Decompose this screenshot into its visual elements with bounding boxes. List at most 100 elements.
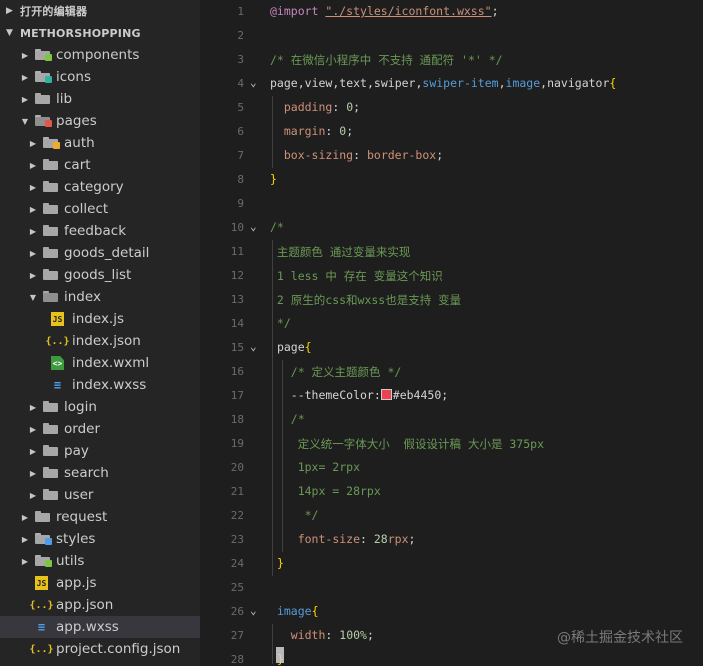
code-line[interactable]: 17 --themeColor: #eb4450; xyxy=(200,384,703,408)
code-line[interactable]: 9 xyxy=(200,192,703,216)
code-token: /* xyxy=(290,412,305,426)
tree-item-label: app.js xyxy=(56,575,97,591)
chevron-right-icon[interactable]: ▶ xyxy=(28,490,38,500)
code-line[interactable]: 23 font-size: 28rpx; xyxy=(200,528,703,552)
tree-folder-utils[interactable]: ▶ utils xyxy=(0,550,200,572)
code-token: 主题颜色 通过变量来实现 xyxy=(270,245,411,259)
code-token: } xyxy=(270,172,277,186)
tree-file-app-json[interactable]: {..} app.json xyxy=(0,594,200,616)
code-line[interactable]: 11 主题颜色 通过变量来实现 xyxy=(200,240,703,264)
line-number: 25 xyxy=(230,581,244,594)
code-line[interactable]: 26 ⌄ image{ xyxy=(200,600,703,624)
fold-chevron-icon[interactable]: ⌄ xyxy=(250,340,257,353)
code-line[interactable]: 25 xyxy=(200,576,703,600)
code-token: } xyxy=(276,556,284,570)
tree-file-index-wxss[interactable]: ≡ index.wxss xyxy=(0,374,200,396)
chevron-right-icon[interactable]: ▶ xyxy=(28,402,38,412)
chevron-right-icon[interactable]: ▶ xyxy=(20,556,30,566)
code-line[interactable]: 24 } xyxy=(200,552,703,576)
code-line[interactable]: 4 ⌄ page,view,text,swiper,swiper-item,imag… xyxy=(200,72,703,96)
code-line[interactable]: 1 @import "./styles/iconfont.wxss"; xyxy=(200,0,703,24)
code-line[interactable]: 21 14px = 28rpx xyxy=(200,480,703,504)
code-line[interactable]: 2 xyxy=(200,24,703,48)
line-number: 13 xyxy=(230,293,244,306)
tree-folder-login[interactable]: ▶ login xyxy=(0,396,200,418)
chevron-right-icon[interactable]: ▶ xyxy=(20,534,30,544)
tree-folder-cart[interactable]: ▶ cart xyxy=(0,154,200,176)
tree-file-index-wxml[interactable]: <> index.wxml xyxy=(0,352,200,374)
tree-file-app-wxss[interactable]: ≡ app.wxss xyxy=(0,616,200,638)
tree-file-app-js[interactable]: JS app.js xyxy=(0,572,200,594)
fold-chevron-icon[interactable]: ⌄ xyxy=(250,604,257,617)
tree-file-index-js[interactable]: JS index.js xyxy=(0,308,200,330)
code-line[interactable]: 13 2 原生的css和wxss也是支持 变量 xyxy=(200,288,703,312)
indent-guide xyxy=(272,240,273,576)
project-header[interactable]: ▼ METHORSHOPPING xyxy=(0,22,200,44)
tree-folder-pay[interactable]: ▶ pay xyxy=(0,440,200,462)
tree-file-index-json[interactable]: {..} index.json xyxy=(0,330,200,352)
tree-folder-goods_detail[interactable]: ▶ goods_detail xyxy=(0,242,200,264)
chevron-right-icon[interactable]: ▶ xyxy=(28,138,38,148)
tree-folder-user[interactable]: ▶ user xyxy=(0,484,200,506)
tree-folder-order[interactable]: ▶ order xyxy=(0,418,200,440)
chevron-right-icon[interactable]: ▶ xyxy=(28,446,38,456)
tree-item-label: pay xyxy=(64,443,89,459)
chevron-right-icon[interactable]: ▶ xyxy=(28,160,38,170)
chevron-right-icon[interactable]: ▶ xyxy=(20,50,30,60)
tree-folder-icons[interactable]: ▶ icons xyxy=(0,66,200,88)
tree-file-project-config-json[interactable]: {..} project.config.json xyxy=(0,638,200,660)
color-swatch[interactable] xyxy=(380,389,392,400)
tree-item-label: components xyxy=(56,47,140,63)
tree-folder-goods_list[interactable]: ▶ goods_list xyxy=(0,264,200,286)
tree-folder-styles[interactable]: ▶ styles xyxy=(0,528,200,550)
tree-folder-collect[interactable]: ▶ collect xyxy=(0,198,200,220)
tree-folder-lib[interactable]: ▶ lib xyxy=(0,88,200,110)
chevron-right-icon[interactable]: ▶ xyxy=(28,204,38,214)
tree-folder-auth[interactable]: ▶ auth xyxy=(0,132,200,154)
code-line[interactable]: 20 1px= 2rpx xyxy=(200,456,703,480)
code-line[interactable]: 8} xyxy=(200,168,703,192)
tree-folder-pages[interactable]: ▼ pages xyxy=(0,110,200,132)
code-line[interactable]: 6 margin: 0; xyxy=(200,120,703,144)
tree-folder-index[interactable]: ▼ index xyxy=(0,286,200,308)
line-number: 15 xyxy=(230,341,244,354)
code-line[interactable]: 7 box-sizing: border-box; xyxy=(200,144,703,168)
code-line[interactable]: 16 /* 定义主题颜色 */ xyxy=(200,360,703,384)
fold-chevron-icon[interactable]: ⌄ xyxy=(250,76,257,89)
code-line[interactable]: 15 ⌄ page{ xyxy=(200,336,703,360)
code-token: 2 原生的css和wxss也是支持 变量 xyxy=(270,293,462,307)
code-line[interactable]: 18 /* xyxy=(200,408,703,432)
tree-folder-components[interactable]: ▶ components xyxy=(0,44,200,66)
code-line[interactable]: 22 */ xyxy=(200,504,703,528)
chevron-right-icon[interactable]: ▶ xyxy=(20,512,30,522)
wxss-file-icon: ≡ xyxy=(53,378,62,392)
chevron-down-icon[interactable]: ▼ xyxy=(28,292,38,302)
code-line[interactable]: 5 padding: 0; xyxy=(200,96,703,120)
code-line[interactable]: 10 ⌄ /* xyxy=(200,216,703,240)
chevron-right-icon[interactable]: ▶ xyxy=(28,248,38,258)
code-line[interactable]: 19 定义统一字体大小 假设设计稿 大小是 375px xyxy=(200,432,703,456)
chevron-right-icon[interactable]: ▶ xyxy=(28,226,38,236)
tree-folder-search[interactable]: ▶ search xyxy=(0,462,200,484)
chevron-right-icon[interactable]: ▶ xyxy=(20,94,30,104)
chevron-right-icon[interactable]: ▶ xyxy=(28,468,38,478)
chevron-down-icon[interactable]: ▼ xyxy=(20,116,30,126)
code-token: 定义统一字体大小 假设设计稿 大小是 375px xyxy=(270,437,545,451)
code-line[interactable]: 12 1 less 中 存在 变量这个知识 xyxy=(200,264,703,288)
tree-folder-request[interactable]: ▶ request xyxy=(0,506,200,528)
tree-folder-category[interactable]: ▶ category xyxy=(0,176,200,198)
code-token: box-sizing xyxy=(283,148,354,162)
chevron-right-icon[interactable]: ▶ xyxy=(28,424,38,434)
code-editor[interactable]: 1 @import "./styles/iconfont.wxss"; 2 3/* 在… xyxy=(200,0,703,666)
tree-folder-feedback[interactable]: ▶ feedback xyxy=(0,220,200,242)
chevron-right-icon[interactable]: ▶ xyxy=(28,182,38,192)
fold-chevron-icon[interactable]: ⌄ xyxy=(250,220,257,233)
code-text: /* 定义主题颜色 */ xyxy=(270,364,402,380)
chevron-right-icon[interactable]: ▶ xyxy=(20,72,30,82)
code-line[interactable]: 14 */ xyxy=(200,312,703,336)
open-editors-header[interactable]: ▶ 打开的编辑器 xyxy=(0,0,200,22)
chevron-right-icon[interactable]: ▶ xyxy=(28,270,38,280)
tree-item-label: lib xyxy=(56,91,73,107)
code-token: : xyxy=(360,532,374,546)
code-line[interactable]: 3 /* 在微信小程序中 不支持 通配符 '*' */ xyxy=(200,48,703,72)
